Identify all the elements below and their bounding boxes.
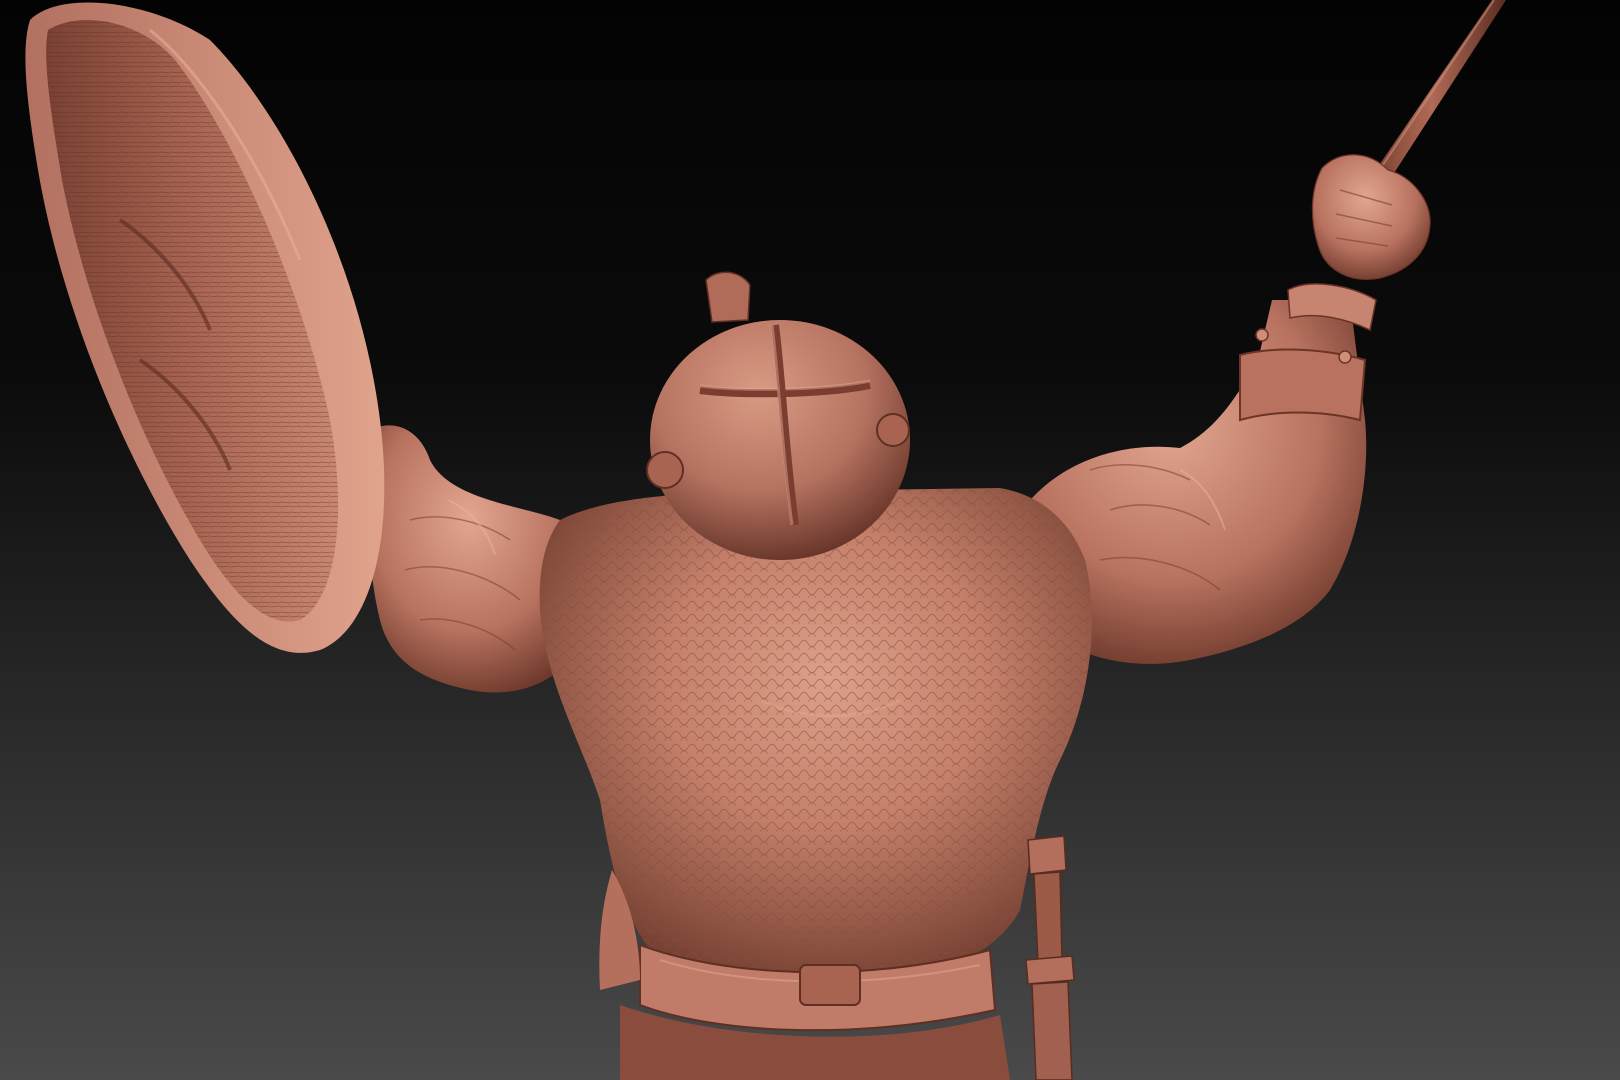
belt <box>620 943 1010 1080</box>
viewport-canvas[interactable] <box>0 0 1620 1080</box>
